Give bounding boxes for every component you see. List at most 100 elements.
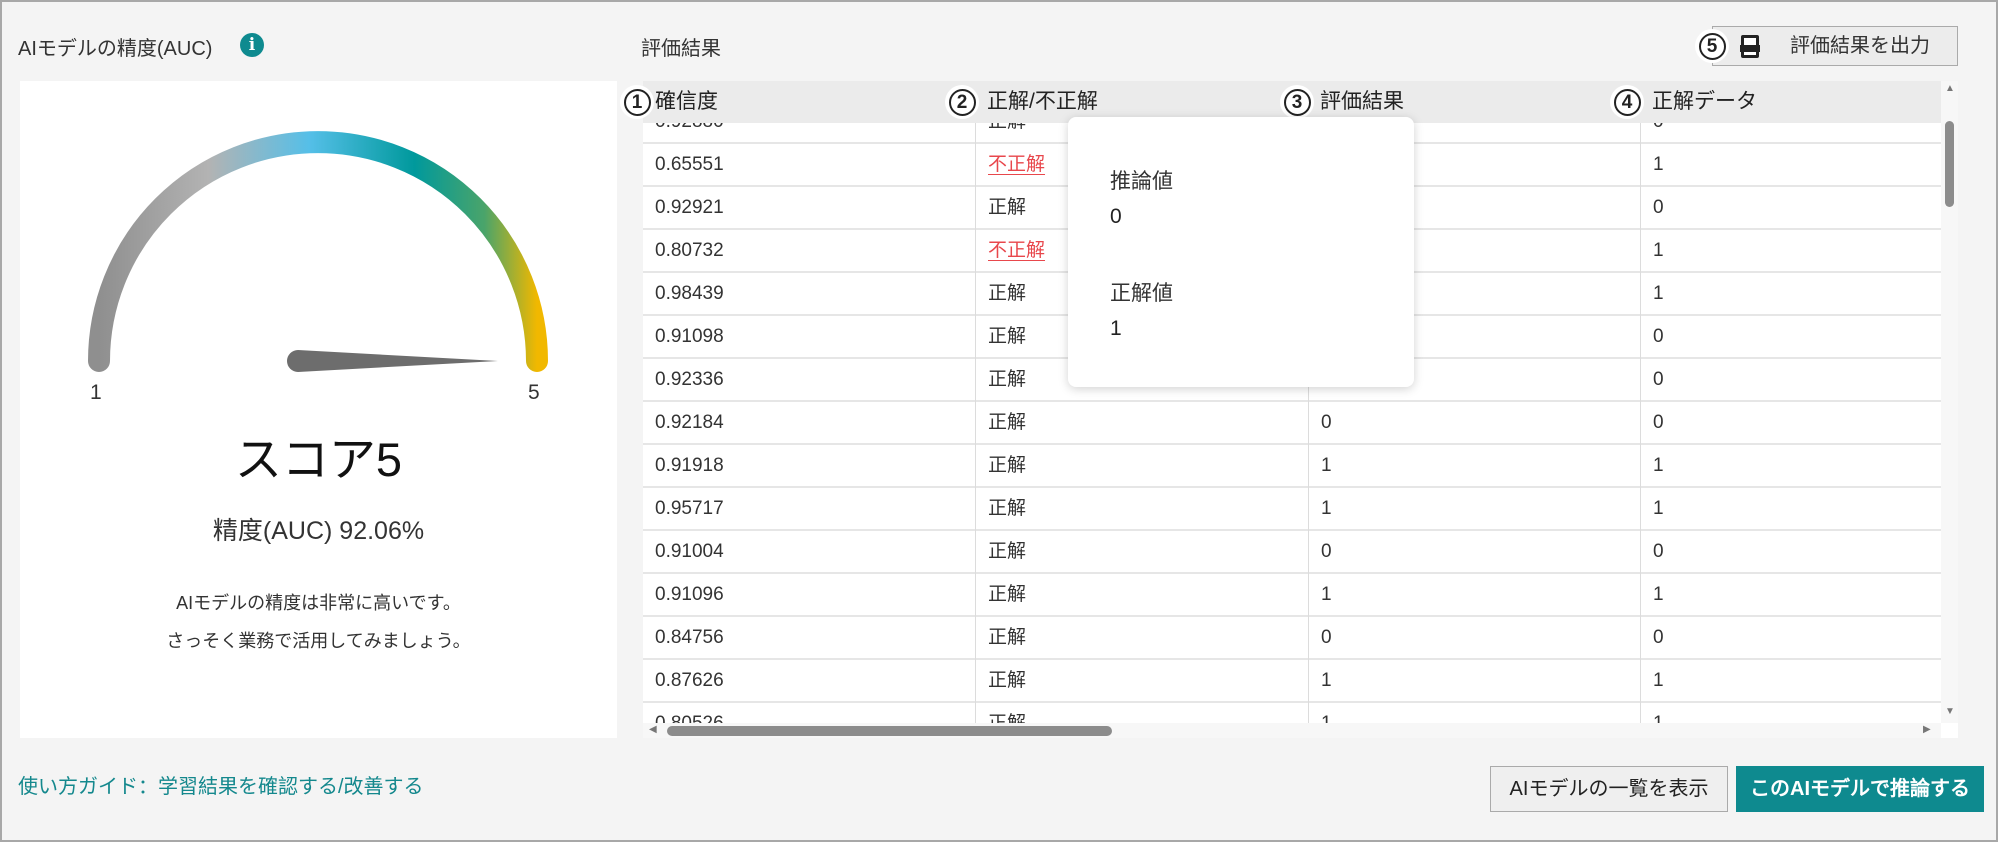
table-row[interactable]: 0.92184 正解 0 0 bbox=[643, 402, 1941, 445]
gauge-max-label: 5 bbox=[528, 381, 540, 404]
table-row[interactable]: 0.80526 正解 1 1 bbox=[643, 703, 1941, 723]
accuracy-message-1: AIモデルの精度は非常に高いです。 bbox=[176, 593, 461, 613]
tooltip-truth-label: 正解値 bbox=[1110, 282, 1173, 305]
cell-text: 0.92336 bbox=[655, 369, 724, 390]
column-header-confidence[interactable]: 確信度 bbox=[643, 81, 718, 123]
tooltip-truth-value: 1 bbox=[1110, 317, 1122, 340]
cell-text: 0.87626 bbox=[655, 670, 724, 691]
cell-text: 0 bbox=[1321, 412, 1332, 433]
cell-confidence: 0.84756 bbox=[643, 617, 975, 660]
cell-text: 0.91098 bbox=[655, 326, 724, 347]
cell-truth: 0 bbox=[1640, 123, 1941, 144]
cell-text[interactable]: 不正解 bbox=[988, 154, 1045, 175]
cell-text: 正解 bbox=[988, 412, 1027, 433]
cell-confidence: 0.65551 bbox=[643, 144, 975, 187]
table-row[interactable]: 0.91918 正解 1 1 bbox=[643, 445, 1941, 488]
cell-truth: 0 bbox=[1640, 617, 1941, 660]
gauge-needle bbox=[287, 350, 498, 372]
tooltip-inference-value: 0 bbox=[1110, 205, 1122, 228]
cell-truth: 1 bbox=[1640, 273, 1941, 316]
cell-text: 正解 bbox=[988, 283, 1027, 304]
cell-truth: 0 bbox=[1640, 187, 1941, 230]
cell-confidence: 0.91918 bbox=[643, 445, 975, 488]
show-model-list-button[interactable]: AIモデルの一覧を表示 bbox=[1490, 766, 1728, 812]
csv-file-icon bbox=[1740, 35, 1760, 58]
cell-truth: 0 bbox=[1640, 402, 1941, 445]
table-row[interactable]: 0.84756 正解 0 0 bbox=[643, 617, 1941, 660]
cell-confidence: 0.80526 bbox=[643, 703, 975, 723]
cell-text: 0.84756 bbox=[655, 627, 724, 648]
gauge-min-label: 1 bbox=[90, 381, 102, 404]
export-results-button[interactable]: 評価結果を出力 bbox=[1712, 26, 1958, 66]
cell-confidence: 0.92880 bbox=[643, 123, 975, 144]
cell-result: 0 bbox=[1308, 531, 1640, 574]
badge-4: 4 bbox=[1610, 85, 1644, 119]
export-label: 評価結果を出力 bbox=[1790, 35, 1930, 57]
results-title: 評価結果 bbox=[641, 38, 721, 60]
horizontal-scrollbar[interactable]: ◀ ▶ bbox=[643, 723, 1941, 738]
cell-text: 1 bbox=[1321, 713, 1332, 723]
cell-result: 1 bbox=[1308, 488, 1640, 531]
evaluation-panel: AIモデルの精度(AUC) i 1 5 スコア5 精度(AUC) 92.06% … bbox=[0, 0, 1998, 842]
column-header-truth[interactable]: 正解データ bbox=[1640, 81, 1757, 123]
cell-confidence: 0.95717 bbox=[643, 488, 975, 531]
cell-text: 0 bbox=[1653, 369, 1664, 390]
cell-text[interactable]: 不正解 bbox=[988, 240, 1045, 261]
cell-text: 0.98439 bbox=[655, 283, 724, 304]
cell-text: 0 bbox=[1653, 326, 1664, 347]
cell-text: 正解 bbox=[988, 197, 1027, 218]
badge-1: 1 bbox=[620, 85, 654, 119]
cell-text: 0 bbox=[1321, 627, 1332, 648]
cell-truth: 0 bbox=[1640, 359, 1941, 402]
cell-result: 0 bbox=[1308, 402, 1640, 445]
accuracy-card: 1 5 スコア5 精度(AUC) 92.06% AIモデルの精度は非常に高いです… bbox=[20, 81, 617, 738]
cell-truth: 1 bbox=[1640, 445, 1941, 488]
table-row[interactable]: 0.87626 正解 1 1 bbox=[643, 660, 1941, 703]
cell-text: 0.92880 bbox=[655, 123, 724, 132]
cell-text: 0.91918 bbox=[655, 455, 724, 476]
cell-text: 正解 bbox=[988, 670, 1027, 691]
cell-text: 0.80732 bbox=[655, 240, 724, 261]
table-row[interactable]: 0.91004 正解 0 0 bbox=[643, 531, 1941, 574]
accuracy-message-2: さっそく業務で活用してみましょう。 bbox=[166, 631, 471, 651]
cell-text: 0.91096 bbox=[655, 584, 724, 605]
info-icon[interactable]: i bbox=[240, 33, 264, 57]
score-value: スコア5 bbox=[234, 433, 403, 486]
cell-confidence: 0.92336 bbox=[643, 359, 975, 402]
cell-truth: 0 bbox=[1640, 531, 1941, 574]
cell-text: 0.95717 bbox=[655, 498, 724, 519]
value-tooltip: 推論値 0 正解値 1 bbox=[1068, 117, 1414, 387]
cell-text: 0 bbox=[1653, 541, 1664, 562]
cell-text: 0.65551 bbox=[655, 154, 724, 175]
cell-text: 0 bbox=[1653, 412, 1664, 433]
cell-confidence: 0.98439 bbox=[643, 273, 975, 316]
cell-judge: 正解 bbox=[975, 617, 1308, 660]
tooltip-inference-label: 推論値 bbox=[1110, 170, 1173, 193]
vertical-scroll-thumb[interactable] bbox=[1945, 121, 1954, 207]
cell-result: 1 bbox=[1308, 574, 1640, 617]
cell-text: 1 bbox=[1653, 240, 1664, 261]
accuracy-gauge bbox=[88, 131, 548, 372]
cell-result: 1 bbox=[1308, 445, 1640, 488]
cell-text: 1 bbox=[1653, 713, 1664, 723]
cell-text: 1 bbox=[1321, 670, 1332, 691]
cell-truth: 1 bbox=[1640, 488, 1941, 531]
cell-truth: 0 bbox=[1640, 316, 1941, 359]
table-row[interactable]: 0.91096 正解 1 1 bbox=[643, 574, 1941, 617]
cell-text: 1 bbox=[1321, 455, 1332, 476]
cell-confidence: 0.92184 bbox=[643, 402, 975, 445]
cell-confidence: 0.87626 bbox=[643, 660, 975, 703]
cell-text: 0 bbox=[1653, 123, 1664, 132]
guide-link[interactable]: 使い方ガイド：学習結果を確認する/改善する bbox=[18, 770, 424, 799]
cell-judge: 正解 bbox=[975, 703, 1308, 723]
cell-text: 正解 bbox=[988, 455, 1027, 476]
table-row[interactable]: 0.95717 正解 1 1 bbox=[643, 488, 1941, 531]
cell-truth: 1 bbox=[1640, 574, 1941, 617]
cell-text: 0.92184 bbox=[655, 412, 724, 433]
vertical-scrollbar[interactable]: ▲ ▼ bbox=[1941, 81, 1958, 723]
horizontal-scroll-thumb[interactable] bbox=[667, 726, 1112, 736]
cell-text: 1 bbox=[1653, 498, 1664, 519]
infer-with-model-button[interactable]: このAIモデルで推論する bbox=[1736, 766, 1984, 812]
cell-text: 正解 bbox=[988, 123, 1026, 132]
cell-result: 1 bbox=[1308, 660, 1640, 703]
